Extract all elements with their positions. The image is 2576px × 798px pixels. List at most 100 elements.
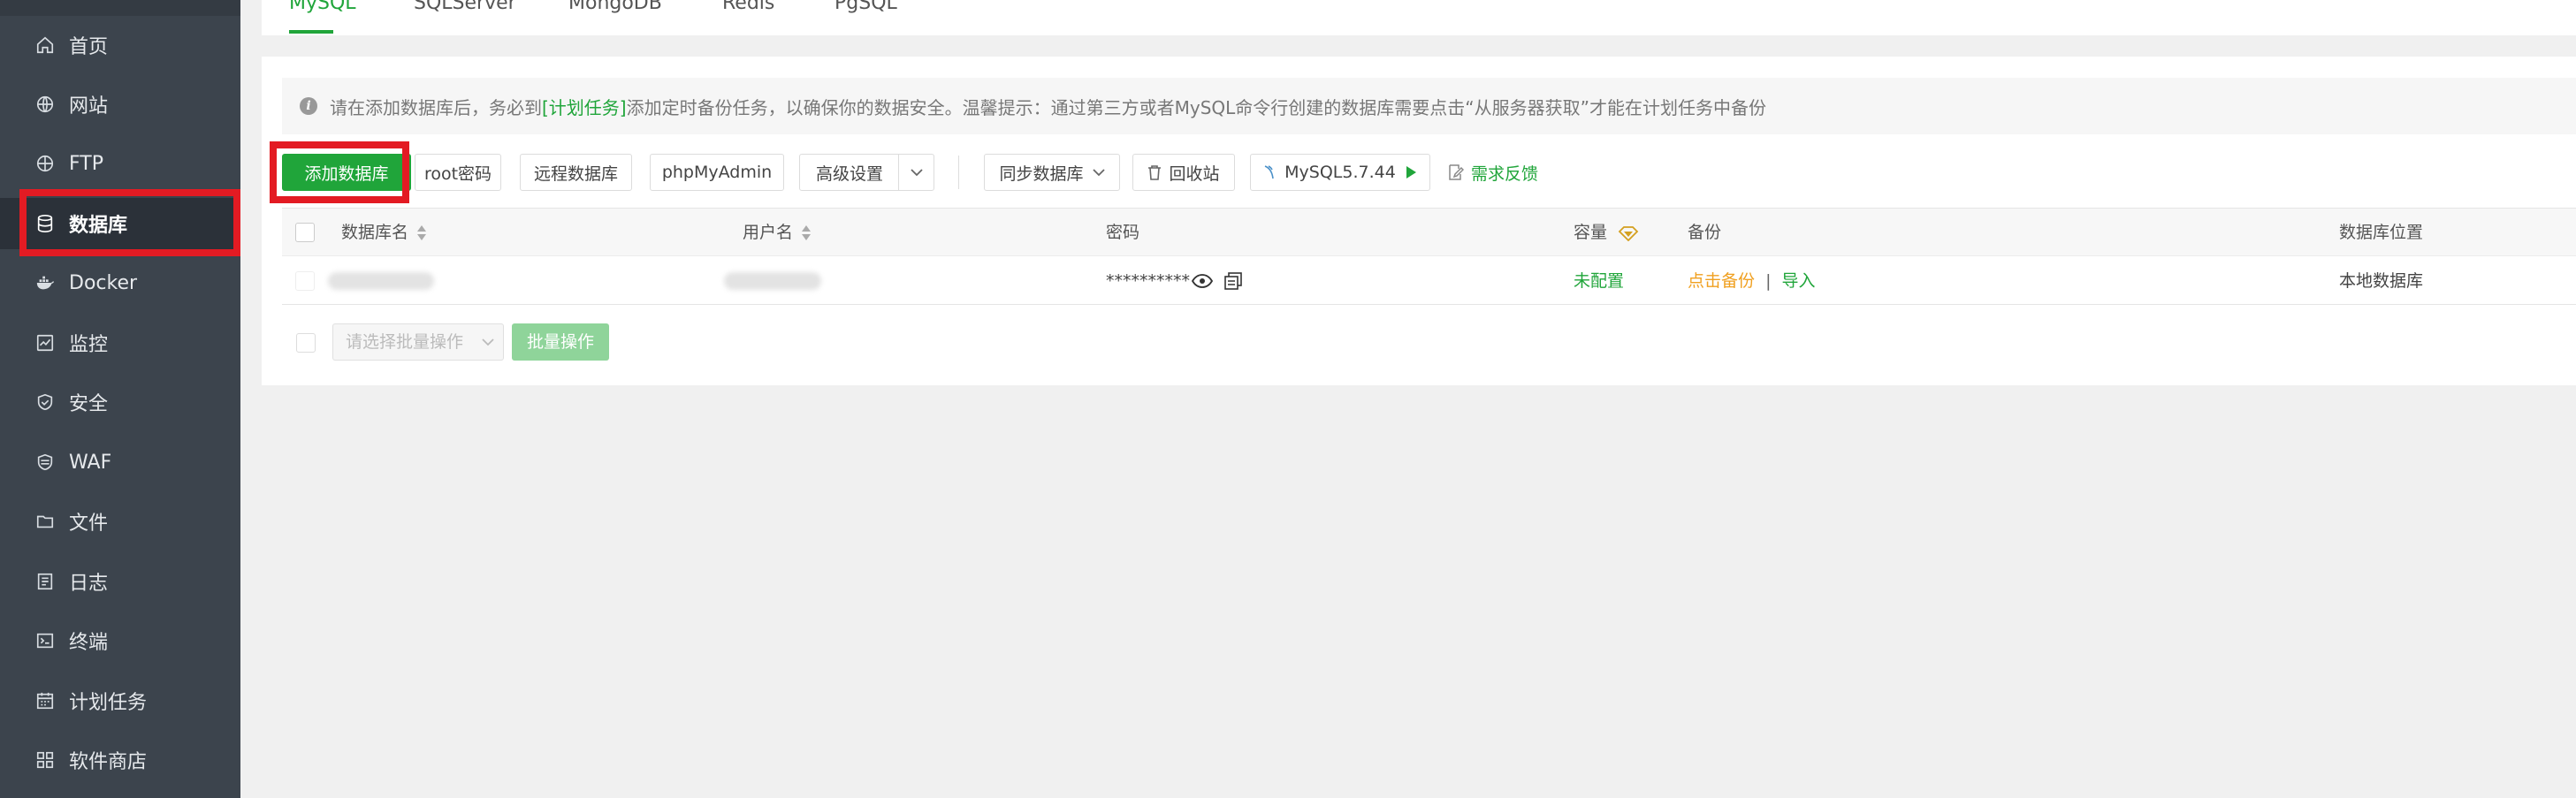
globe-icon [35,95,55,114]
edit-icon [1449,164,1464,180]
sidebar: 首页 网站 FTP 数据库 Docker 监控 安全 WAF 文件 日志 终端 [0,0,240,798]
sidebar-item-website[interactable]: 网站 [0,79,240,130]
col-username[interactable]: 用户名 [743,209,812,256]
copy-icon[interactable] [1223,271,1243,291]
waf-icon [35,452,55,472]
home-icon [35,35,55,55]
row-checkbox[interactable] [295,271,315,291]
add-database-button[interactable]: 添加数据库 [282,154,411,191]
table-header [282,209,2576,256]
chevron-down-icon [482,338,494,346]
sidebar-item-logs[interactable]: 日志 [0,556,240,607]
eye-icon[interactable] [1192,274,1213,288]
sort-icon[interactable] [415,224,428,242]
sidebar-item-label: 日志 [69,573,109,595]
chevron-down-icon [1092,169,1105,177]
col-database-name-label: 数据库名 [341,223,409,242]
tab-pgsql[interactable]: PgSQL [835,0,897,35]
sidebar-item-label: 数据库 [69,215,128,237]
backup-actions: 点击备份 | 导入 [1688,256,1816,306]
bulk-action-placeholder: 请选择批量操作 [346,332,464,352]
root-password-button[interactable]: root密码 [415,154,501,191]
import-link[interactable]: 导入 [1782,271,1816,291]
col-database-name[interactable]: 数据库名 [341,209,428,256]
select-all-checkbox[interactable] [295,223,315,242]
sidebar-item-label: 首页 [69,36,109,58]
sidebar-item-label: FTP [69,152,103,175]
backup-now-link[interactable]: 点击备份 [1688,271,1755,291]
notice-text-before: 请在添加数据库后，务必到 [330,96,542,118]
sidebar-top-strip [0,0,240,16]
database-icon [35,214,55,233]
mysql-dolphin-icon [1264,165,1274,179]
sidebar-item-label: Docker [69,271,138,294]
password-mask: ********** [1106,271,1190,291]
notice-text-after: 添加定时备份任务，以确保你的数据安全。温馨提示：通过第三方或者MySQL命令行创… [626,96,1767,118]
db-location-value: 本地数据库 [2339,271,2424,291]
sidebar-item-files[interactable]: 文件 [0,496,240,547]
recycle-bin-button[interactable]: 回收站 [1132,154,1235,191]
separator: | [1765,271,1772,291]
bulk-action-button[interactable]: 批量操作 [512,323,609,361]
database-table: 数据库名 用户名 密码 容量 备份 数据库位置 ********** 未配置 点… [282,208,2576,305]
col-db-location: 数据库位置 [2339,223,2424,242]
play-icon [1406,166,1416,179]
capacity-status[interactable]: 未配置 [1574,256,1624,306]
cron-link[interactable]: [计划任务] [542,94,627,119]
col-backup: 备份 [1688,223,1722,242]
sidebar-item-label: 终端 [69,632,109,654]
remote-database-button[interactable]: 远程数据库 [520,154,632,191]
sidebar-item-security[interactable]: 安全 [0,376,240,428]
sidebar-item-ftp[interactable]: FTP [0,138,240,189]
grid-icon [35,750,55,770]
sort-icon[interactable] [800,224,812,242]
vip-diamond-icon [1618,225,1639,241]
sidebar-item-store[interactable]: 软件商店 [0,734,240,786]
sidebar-item-home[interactable]: 首页 [0,19,240,71]
sync-database-dropdown[interactable]: 同步数据库 [984,154,1120,191]
sidebar-item-label: WAF [69,451,112,474]
active-tab-indicator [289,30,333,34]
bulk-select-checkbox[interactable] [296,333,316,353]
tab-sqlserver[interactable]: SQLServer [414,0,516,35]
advanced-settings-dropdown[interactable]: 高级设置 [799,154,934,191]
trash-icon [1148,165,1162,180]
sidebar-item-label: 安全 [69,393,109,415]
sidebar-item-label: 文件 [69,513,109,535]
sync-database-label: 同步数据库 [999,163,1084,184]
mysql-version-label: MySQL5.7.44 [1284,163,1396,182]
col-username-label: 用户名 [743,223,794,242]
sidebar-item-terminal[interactable]: 终端 [0,615,240,666]
ftp-icon [35,154,55,173]
feedback-label: 需求反馈 [1471,163,1539,184]
tab-mongodb[interactable]: MongoDB [568,0,662,35]
sidebar-item-docker[interactable]: Docker [0,257,240,308]
chevron-down-icon[interactable] [898,155,934,190]
recycle-bin-label: 回收站 [1169,163,1220,184]
sidebar-item-waf[interactable]: WAF [0,437,240,488]
feedback-link[interactable]: 需求反馈 [1448,161,1538,184]
sidebar-item-monitor[interactable]: 监控 [0,317,240,369]
blurred-username [724,272,821,290]
phpmyadmin-button[interactable]: phpMyAdmin [650,154,784,191]
col-password: 密码 [1106,223,1140,242]
advanced-settings-label: 高级设置 [816,163,884,184]
backup-notice: i 请在添加数据库后，务必到 [计划任务] 添加定时备份任务，以确保你的数据安全… [282,78,2576,134]
col-capacity: 容量 [1574,209,1639,256]
shield-icon [35,392,55,412]
terminal-icon [35,631,55,650]
folder-icon [35,512,55,531]
sidebar-item-cron[interactable]: 计划任务 [0,675,240,726]
col-capacity-label: 容量 [1574,223,1608,242]
tab-redis[interactable]: Redis [722,0,774,35]
sidebar-item-label: 监控 [69,334,109,356]
monitor-icon [35,333,55,353]
sidebar-item-database[interactable]: 数据库 [0,198,240,249]
mysql-version-button[interactable]: MySQL5.7.44 [1250,154,1430,191]
sidebar-item-label: 网站 [69,95,109,118]
calendar-icon [35,691,55,711]
bulk-action-select[interactable]: 请选择批量操作 [332,323,504,361]
sidebar-item-label: 计划任务 [69,692,148,714]
sidebar-item-label: 软件商店 [69,751,148,773]
log-icon [35,572,55,591]
